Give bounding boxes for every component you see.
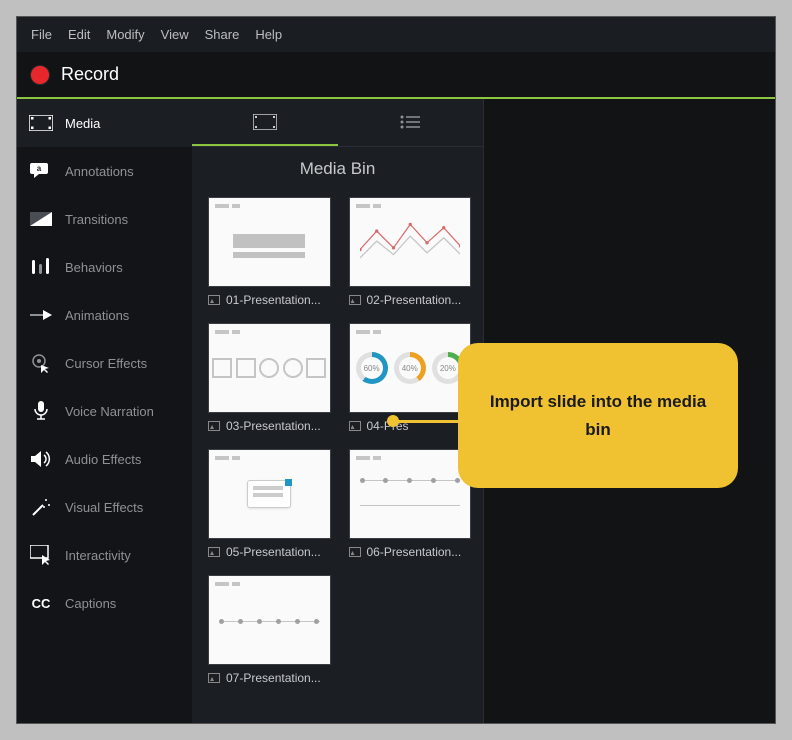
view-tabs bbox=[192, 99, 483, 147]
image-icon bbox=[208, 673, 220, 683]
image-icon bbox=[208, 421, 220, 431]
sidebar-item-behaviors[interactable]: Behaviors bbox=[17, 243, 192, 291]
sidebar-item-animations[interactable]: Animations bbox=[17, 291, 192, 339]
view-tab-thumbnails[interactable] bbox=[192, 99, 338, 146]
sidebar-item-cursor-effects[interactable]: Cursor Effects bbox=[17, 339, 192, 387]
image-icon bbox=[349, 421, 361, 431]
cursor-effects-icon bbox=[29, 353, 53, 373]
sidebar-item-label: Behaviors bbox=[65, 260, 123, 275]
captions-icon: CC bbox=[29, 593, 53, 613]
media-icon bbox=[29, 113, 53, 133]
interactivity-icon bbox=[29, 545, 53, 565]
view-tab-list[interactable] bbox=[338, 99, 484, 146]
sidebar-item-voice-narration[interactable]: Voice Narration bbox=[17, 387, 192, 435]
media-item[interactable]: 07-Presentation... bbox=[208, 575, 331, 685]
menubar: File Edit Modify View Share Help bbox=[17, 17, 775, 52]
media-item[interactable]: 05-Presentation... bbox=[208, 449, 331, 559]
media-item-label: 03-Presentation... bbox=[208, 419, 331, 433]
media-thumbnail bbox=[349, 449, 472, 539]
image-icon bbox=[208, 295, 220, 305]
media-item-label: 01-Presentation... bbox=[208, 293, 331, 307]
sidebar-item-label: Annotations bbox=[65, 164, 134, 179]
behaviors-icon bbox=[29, 257, 53, 277]
media-thumbnail bbox=[208, 575, 331, 665]
media-thumbnail bbox=[208, 197, 331, 287]
visual-effects-icon bbox=[29, 497, 53, 517]
center-panel: Media Bin 01-Presentation... 02- bbox=[192, 99, 484, 723]
sidebar-item-audio-effects[interactable]: Audio Effects bbox=[17, 435, 192, 483]
image-icon bbox=[349, 295, 361, 305]
menu-view[interactable]: View bbox=[161, 27, 189, 42]
annotation-callout: Import slide into the media bin bbox=[458, 343, 738, 488]
media-thumbnail bbox=[349, 197, 472, 287]
voice-narration-icon bbox=[29, 401, 53, 421]
sidebar-item-label: Animations bbox=[65, 308, 129, 323]
media-item[interactable]: 06-Presentation... bbox=[349, 449, 472, 559]
callout-pointer bbox=[387, 415, 467, 427]
media-item[interactable]: 02-Presentation... bbox=[349, 197, 472, 307]
image-icon bbox=[349, 547, 361, 557]
callout-text: Import slide into the media bin bbox=[478, 388, 718, 442]
media-thumbnail bbox=[208, 449, 331, 539]
media-grid: 01-Presentation... 02-Presentation... bbox=[192, 191, 483, 723]
sidebar-item-interactivity[interactable]: Interactivity bbox=[17, 531, 192, 579]
media-item-label: 07-Presentation... bbox=[208, 671, 331, 685]
thumbnail-view-icon bbox=[253, 114, 277, 130]
menu-modify[interactable]: Modify bbox=[106, 27, 144, 42]
media-bin-title: Media Bin bbox=[192, 147, 483, 191]
sidebar-item-transitions[interactable]: Transitions bbox=[17, 195, 192, 243]
transitions-icon bbox=[29, 209, 53, 229]
sidebar-item-label: Voice Narration bbox=[65, 404, 154, 419]
media-item[interactable]: 03-Presentation... bbox=[208, 323, 331, 433]
app-window: File Edit Modify View Share Help Record … bbox=[16, 16, 776, 724]
media-item-label: 06-Presentation... bbox=[349, 545, 472, 559]
sidebar-item-label: Media bbox=[65, 116, 100, 131]
menu-share[interactable]: Share bbox=[205, 27, 240, 42]
sidebar-item-label: Audio Effects bbox=[65, 452, 141, 467]
media-item-label: 05-Presentation... bbox=[208, 545, 331, 559]
annotations-icon: a bbox=[29, 161, 53, 181]
sidebar-item-label: Visual Effects bbox=[65, 500, 143, 515]
media-item-label: 02-Presentation... bbox=[349, 293, 472, 307]
sidebar-item-captions[interactable]: CC Captions bbox=[17, 579, 192, 627]
svg-text:a: a bbox=[37, 164, 42, 173]
sidebar-item-annotations[interactable]: a Annotations bbox=[17, 147, 192, 195]
menu-help[interactable]: Help bbox=[255, 27, 282, 42]
media-thumbnail bbox=[208, 323, 331, 413]
menu-file[interactable]: File bbox=[31, 27, 52, 42]
media-thumbnail bbox=[349, 323, 472, 413]
sidebar-item-label: Captions bbox=[65, 596, 116, 611]
audio-effects-icon bbox=[29, 449, 53, 469]
media-item[interactable]: 01-Presentation... bbox=[208, 197, 331, 307]
sidebar: Media a Annotations Transitions Behavior… bbox=[17, 99, 192, 723]
animations-icon bbox=[29, 305, 53, 325]
titlebar: Record bbox=[17, 52, 775, 99]
sidebar-item-label: Transitions bbox=[65, 212, 128, 227]
sidebar-item-visual-effects[interactable]: Visual Effects bbox=[17, 483, 192, 531]
record-icon[interactable] bbox=[31, 66, 49, 84]
sidebar-item-media[interactable]: Media bbox=[17, 99, 192, 147]
record-label: Record bbox=[61, 64, 119, 85]
sidebar-item-label: Interactivity bbox=[65, 548, 131, 563]
image-icon bbox=[208, 547, 220, 557]
list-view-icon bbox=[400, 115, 420, 129]
sidebar-item-label: Cursor Effects bbox=[65, 356, 147, 371]
menu-edit[interactable]: Edit bbox=[68, 27, 90, 42]
